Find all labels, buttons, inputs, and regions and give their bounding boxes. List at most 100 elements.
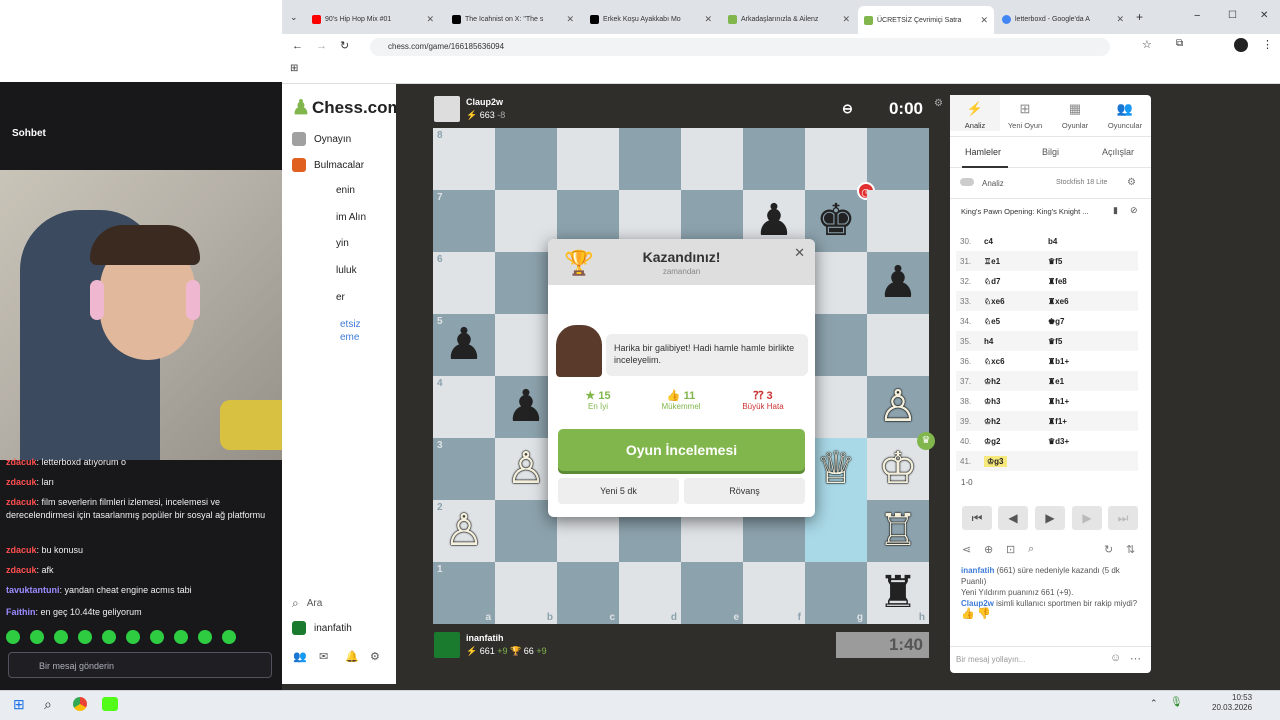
browser-tab[interactable]: The Icahnist on X: "The s ✕ [446, 8, 580, 30]
refresh-icon[interactable]: ↻ [1104, 543, 1113, 556]
chesscom-logo[interactable]: ♟ Chess.com [292, 95, 403, 120]
book-icon[interactable]: ▮ [1113, 205, 1118, 216]
square-h5[interactable] [867, 314, 929, 376]
nav-free-trial[interactable]: etsiz eme [340, 318, 361, 344]
subtab-openings[interactable]: Açılışlar [1102, 147, 1134, 157]
square-h8[interactable] [867, 128, 929, 190]
nav-watch[interactable]: yin [336, 238, 349, 249]
prev-move-button[interactable]: ◀ [998, 506, 1028, 530]
maximize-icon[interactable]: ☐ [1228, 10, 1237, 21]
piece-g3[interactable]: ♕ [816, 444, 855, 493]
next-move-button[interactable]: ▶ [1072, 506, 1102, 530]
extensions-icon[interactable]: ⧉ [1176, 38, 1183, 49]
top-player-avatar[interactable] [434, 96, 460, 122]
black-move[interactable]: ♜b1+ [1048, 357, 1108, 366]
emoji-icon[interactable]: ☺ [1110, 652, 1121, 664]
square-h2[interactable]: ♖ [867, 500, 929, 562]
black-move[interactable]: ♜f1+ [1048, 417, 1108, 426]
white-move[interactable]: ♖e1 [984, 257, 1048, 266]
subtab-moves[interactable]: Hamleler [965, 147, 1001, 157]
emote-icon[interactable] [6, 630, 20, 644]
log-username[interactable]: Claup2w [961, 599, 994, 608]
more-icon[interactable]: ⋯ [1130, 652, 1141, 665]
black-move[interactable]: ♛f5 [1048, 257, 1108, 266]
white-move[interactable]: h4 [984, 337, 1048, 346]
play-button[interactable]: ▶ [1035, 506, 1065, 530]
white-move[interactable]: ♔h2 [984, 377, 1048, 386]
tray-chevron-icon[interactable]: ⌃ [1150, 698, 1158, 709]
piece-a2[interactable]: ♙ [444, 506, 483, 555]
taskbar-clock[interactable]: 10:53 20.03.2026 [1212, 693, 1252, 713]
bell-icon[interactable]: 🔔 [345, 650, 359, 663]
url-field[interactable]: chess.com/game/166185636094 [370, 38, 1110, 56]
square-h3[interactable]: ♔ ♛ [867, 432, 935, 500]
microphone-icon[interactable]: 🎙 [1170, 697, 1183, 708]
square-e1[interactable]: e [681, 562, 743, 624]
nav-learn[interactable]: enin [336, 185, 355, 196]
nav-profile[interactable]: inanfatih [292, 621, 352, 635]
tab-analysis[interactable]: Analiz [950, 121, 1000, 130]
forward-icon[interactable]: → [316, 40, 327, 52]
square-b1[interactable]: b [495, 562, 557, 624]
emote-icon[interactable] [54, 630, 68, 644]
close-icon[interactable]: ✕ [1116, 14, 1124, 25]
analysis-toggle[interactable] [960, 178, 974, 186]
bookmark-star-icon[interactable]: ☆ [1142, 38, 1152, 51]
zoom-icon[interactable]: ⌕ [1028, 543, 1034, 556]
white-move[interactable]: ♔h3 [984, 397, 1048, 406]
close-icon[interactable]: ✕ [704, 14, 712, 25]
settings-gear-icon[interactable]: ⚙ [370, 650, 380, 663]
window-close-icon[interactable]: ✕ [1260, 10, 1268, 21]
square-c8[interactable] [557, 128, 619, 190]
square-g1[interactable]: g [805, 562, 867, 624]
square-d8[interactable] [619, 128, 681, 190]
square-a8[interactable]: 8 [433, 128, 495, 190]
close-icon[interactable]: ✕ [842, 14, 850, 25]
reload-icon[interactable]: ↻ [340, 39, 349, 52]
tab-players[interactable]: Oyuncular [1100, 121, 1150, 130]
square-h6[interactable]: ♟ [867, 252, 929, 314]
last-move-button[interactable]: ⏭ [1108, 506, 1138, 530]
emote-icon[interactable] [174, 630, 188, 644]
piece-b3[interactable]: ♙ [506, 444, 545, 493]
square-a4[interactable]: 4 [433, 376, 495, 438]
back-icon[interactable]: ← [292, 40, 303, 52]
close-icon[interactable]: ✕ [566, 14, 574, 25]
white-move[interactable]: ♘e5 [984, 317, 1048, 326]
square-a1[interactable]: 1a [433, 562, 495, 624]
square-h7[interactable] [867, 190, 929, 252]
nav-more[interactable]: er [336, 292, 345, 303]
emote-icon[interactable] [30, 630, 44, 644]
game-chat-input[interactable]: Bir mesaj yollayın... [956, 655, 1025, 664]
hide-icon[interactable]: ⊘ [1130, 205, 1138, 216]
square-h4[interactable]: ♙ [867, 376, 929, 438]
piece-h1[interactable]: ♜ [878, 568, 917, 617]
close-icon[interactable]: ✕ [980, 15, 988, 26]
new-tab-icon[interactable]: + [1136, 10, 1143, 24]
piece-a5[interactable]: ♟ [444, 320, 483, 369]
square-b8[interactable] [495, 128, 557, 190]
black-move[interactable]: b4 [1048, 237, 1108, 246]
minimize-icon[interactable]: − [1194, 10, 1200, 22]
white-move[interactable]: ♔g3 [984, 455, 1007, 467]
nav-train[interactable]: im Alın [336, 212, 366, 223]
piece-g7[interactable]: ♚ [816, 196, 855, 245]
square-a2[interactable]: 2 ♙ [433, 500, 495, 562]
browser-tab[interactable]: Arkadaşlarınızla & Ailenz ✕ [722, 8, 856, 30]
square-d1[interactable]: d [619, 562, 681, 624]
piece-b4[interactable]: ♟ [506, 382, 545, 431]
menu-icon[interactable]: ⋮ [1262, 38, 1273, 51]
first-move-button[interactable]: ⏮ [962, 506, 992, 530]
white-move[interactable]: ♔g2 [984, 437, 1048, 446]
analyze-icon[interactable]: ⊕ [984, 543, 993, 556]
piece-h4[interactable]: ♙ [878, 382, 917, 431]
emote-icon[interactable] [150, 630, 164, 644]
emote-icon[interactable] [198, 630, 212, 644]
tab-games[interactable]: Oyunlar [1050, 121, 1100, 130]
rematch-button[interactable]: Rövanş [684, 478, 805, 504]
nav-play[interactable]: Oynayın [292, 132, 351, 146]
square-g8[interactable] [805, 128, 867, 190]
square-a3[interactable]: 3 [433, 438, 495, 500]
close-icon[interactable]: ✕ [426, 14, 434, 25]
square-a6[interactable]: 6 [433, 252, 495, 314]
